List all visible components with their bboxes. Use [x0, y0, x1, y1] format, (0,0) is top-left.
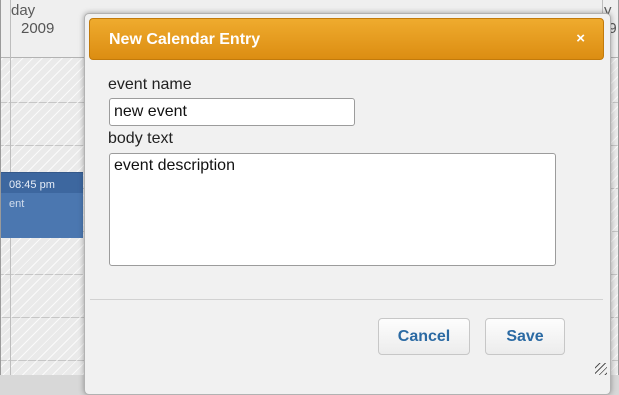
event-name-input[interactable] [109, 98, 355, 126]
body-text-label: body text [108, 130, 173, 147]
new-calendar-entry-dialog: New Calendar Entry × event name body tex… [84, 13, 611, 395]
event-time: 08:45 pm [9, 179, 55, 191]
body-text-input[interactable]: event description [109, 153, 556, 266]
day-header: day 2009 [11, 2, 54, 38]
day-name: day [11, 2, 36, 19]
event-name-label: event name [108, 76, 192, 93]
day-year: 2009 [21, 20, 55, 37]
event-name: ent [9, 198, 25, 210]
close-icon[interactable]: × [576, 30, 585, 47]
save-button[interactable]: Save [485, 318, 565, 355]
dialog-title: New Calendar Entry [109, 31, 261, 48]
dialog-divider [90, 299, 603, 300]
resize-grip-icon[interactable] [595, 363, 607, 375]
cancel-button[interactable]: Cancel [378, 318, 470, 355]
dialog-titlebar[interactable]: New Calendar Entry × [89, 18, 604, 60]
calendar-event[interactable]: 08:45 pm ent [1, 172, 83, 238]
